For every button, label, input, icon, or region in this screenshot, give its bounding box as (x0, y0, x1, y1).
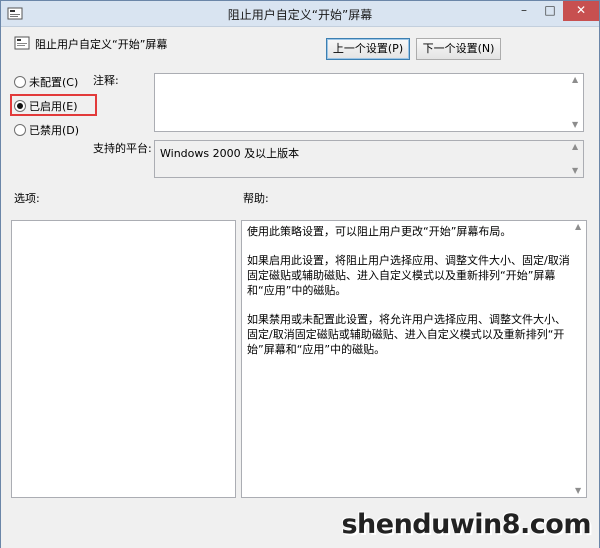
platform-scrollbar[interactable]: ▲ ▼ (570, 141, 583, 177)
radio-label: 已禁用(D) (29, 124, 80, 137)
help-paragraph: 使用此策略设置，可以阻止用户更改“开始”屏幕布局。 (247, 225, 512, 238)
options-panel (11, 220, 236, 498)
watermark-area: shenduwin8.com (1, 506, 599, 548)
platform-value: Windows 2000 及以上版本 (160, 147, 300, 160)
radio-button[interactable] (14, 76, 26, 88)
title-bar[interactable]: 阻止用户自定义“开始”屏幕 – □ ✕ (1, 1, 599, 27)
comment-scrollbar[interactable]: ▲ ▼ (570, 74, 583, 131)
minimize-icon: – (521, 3, 527, 17)
next-setting-button[interactable]: 下一个设置(N) (416, 38, 501, 60)
help-paragraph: 如果禁用或未配置此设置，将允许用户选择应用、调整文件大小、固定/取消固定磁贴或辅… (247, 313, 566, 356)
help-label: 帮助: (243, 192, 269, 205)
help-panel: 使用此策略设置，可以阻止用户更改“开始”屏幕布局。 如果启用此设置，将阻止用户选… (241, 220, 587, 498)
previous-setting-button[interactable]: 上一个设置(P) (326, 38, 410, 60)
help-scrollbar[interactable]: ▲ ▼ (573, 221, 586, 497)
policy-title: 阻止用户自定义“开始”屏幕 (35, 38, 168, 51)
scroll-up-icon[interactable]: ▲ (575, 223, 581, 231)
options-label: 选项: (14, 192, 40, 205)
minimize-button[interactable]: – (511, 1, 537, 21)
help-paragraph: 如果启用此设置，将阻止用户选择应用、调整文件大小、固定/取消固定磁贴或辅助磁贴、… (247, 254, 570, 297)
comment-label: 注释: (93, 74, 119, 87)
scroll-down-icon[interactable]: ▼ (575, 487, 581, 495)
close-icon: ✕ (575, 3, 587, 17)
radio-button[interactable] (14, 124, 26, 136)
comment-textarea[interactable]: ▲ ▼ (154, 73, 584, 132)
highlight-annotation (10, 94, 97, 116)
radio-label: 未配置(C) (29, 76, 79, 89)
maximize-button[interactable]: □ (537, 1, 563, 21)
close-button[interactable]: ✕ (563, 1, 599, 21)
radio-not-configured[interactable]: 未配置(C) (14, 74, 78, 90)
scroll-down-icon[interactable]: ▼ (572, 121, 578, 129)
policy-window: 阻止用户自定义“开始”屏幕 – □ ✕ 阻止用户自定义“开始”屏幕 上一个设置(… (0, 0, 600, 548)
window-title: 阻止用户自定义“开始”屏幕 (227, 8, 373, 22)
policy-document-icon (14, 36, 30, 50)
platform-label: 支持的平台: (93, 142, 152, 155)
platform-field: Windows 2000 及以上版本 ▲ ▼ (154, 140, 584, 178)
scroll-up-icon[interactable]: ▲ (572, 76, 578, 84)
watermark-text: shenduwin8.com (341, 509, 591, 540)
scroll-down-icon[interactable]: ▼ (572, 167, 578, 175)
radio-disabled[interactable]: 已禁用(D) (14, 122, 79, 138)
maximize-icon: □ (544, 3, 556, 17)
scroll-up-icon[interactable]: ▲ (572, 143, 578, 151)
